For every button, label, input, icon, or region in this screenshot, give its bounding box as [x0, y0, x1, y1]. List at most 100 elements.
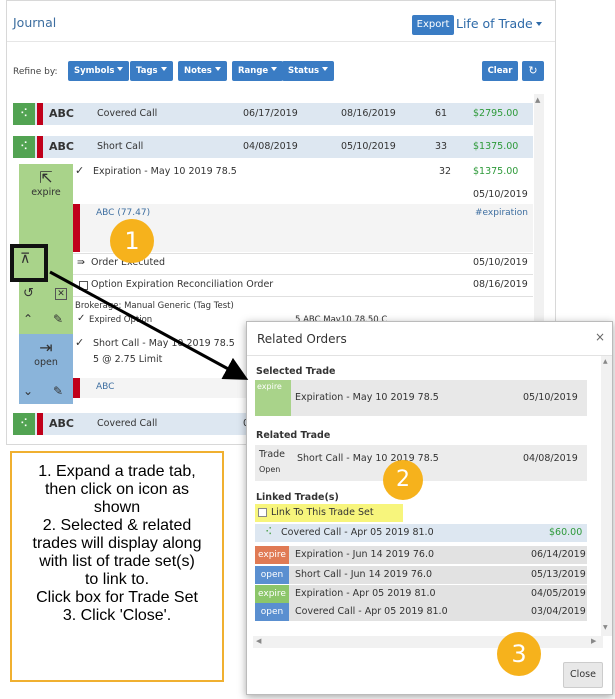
trade-row[interactable]: ⠪ ABC Covered Call 06/17/2019 08/16/2019… — [13, 103, 533, 125]
open-label: open — [34, 357, 58, 368]
linked-row-date: 03/04/2019 — [531, 606, 586, 617]
refresh-button[interactable]: ↻ — [522, 61, 544, 81]
chevron-down-icon — [322, 67, 329, 71]
related-orders-modal: Related Orders × Selected Trade expire E… — [246, 321, 613, 695]
hierarchy-icon[interactable]: ⠪ — [13, 136, 35, 158]
status-badge: expire — [255, 546, 289, 564]
trade-strategy: Short Call — [97, 141, 144, 152]
hierarchy-icon: ⊼ — [20, 251, 31, 267]
list-item: expire Expiration - Apr 05 2019 81.0 04/… — [255, 585, 587, 603]
close-icon[interactable]: × — [595, 330, 605, 344]
selected-trade-desc: Expiration - May 10 2019 78.5 — [295, 392, 439, 403]
status-badge: open — [255, 603, 289, 621]
scroll-up-icon[interactable]: ▲ — [535, 96, 540, 104]
edit-icon[interactable]: ✎ — [53, 384, 63, 398]
status-badge: open — [255, 566, 289, 584]
open-icon: ⇥ — [39, 338, 53, 357]
trade-open-date: 04/08/2019 — [243, 141, 298, 152]
expiration-amount: $1375.00 — [473, 166, 519, 177]
tag-link[interactable]: #expiration — [475, 208, 528, 218]
linked-row-date: 04/05/2019 — [531, 588, 586, 599]
trade-close-date: 05/10/2019 — [341, 141, 396, 152]
scroll-down-icon[interactable]: ▼ — [603, 624, 608, 631]
linked-set-amount: $60.00 — [549, 527, 583, 538]
hierarchy-icon[interactable]: ⠪ — [13, 413, 35, 435]
expire-label: expire — [31, 187, 61, 198]
linked-row-desc: Short Call - Jun 14 2019 76.0 — [295, 569, 433, 580]
instruction-line: 2. Selected & related — [42, 517, 192, 534]
filter-notes-button[interactable]: Notes — [178, 61, 227, 81]
trade-row[interactable]: ⠪ ABC Short Call 04/08/2019 05/10/2019 3… — [13, 136, 533, 158]
symbol-link[interactable]: ABC — [96, 382, 114, 392]
related-orders-icon-highlight[interactable]: ⊼ — [10, 244, 48, 282]
close-button[interactable]: Close — [563, 662, 603, 688]
refine-label: Refine by: — [13, 67, 58, 77]
linked-trade-set-row[interactable]: ⠪ Covered Call - Apr 05 2019 81.0 $60.00 — [255, 524, 587, 542]
view-dropdown[interactable]: Life of Trade — [456, 16, 542, 31]
reconciliation-date: 08/16/2019 — [473, 279, 528, 290]
scroll-up-icon[interactable]: ▲ — [603, 358, 608, 365]
short-call-desc: Short Call - May 10 2019 78.5 — [93, 338, 235, 349]
remove-icon[interactable]: ✕ — [55, 288, 67, 300]
chevron-down-icon — [214, 67, 221, 71]
instruction-line: shown — [93, 499, 141, 516]
expiration-qty: 32 — [439, 166, 452, 177]
link-trade-set-label: Link To This Trade Set — [271, 507, 374, 518]
chevron-down-icon — [535, 22, 542, 26]
symbol-color-bar — [37, 413, 43, 435]
filter-tags-button[interactable]: Tags — [130, 61, 173, 81]
trade-amount: $2795.00 — [473, 108, 519, 119]
instruction-line: to link to. — [84, 571, 150, 588]
link-trade-set-checkbox[interactable] — [258, 508, 267, 517]
linked-row-desc: Expiration - Jun 14 2019 76.0 — [295, 549, 435, 560]
symbol-color-bar — [37, 136, 43, 158]
short-call-limit: 5 @ 2.75 Limit — [93, 354, 163, 365]
expire-icon: ⇱ — [39, 168, 53, 187]
related-trade-heading: Related Trade — [256, 430, 331, 441]
list-item: expire Expiration - Jun 14 2019 76.0 06/… — [255, 546, 587, 564]
export-button[interactable]: Export — [412, 15, 454, 35]
symbol-color-bar — [73, 204, 80, 252]
linked-row-desc: Covered Call - Apr 05 2019 81.0 — [295, 606, 448, 617]
trade-symbol: ABC — [49, 107, 74, 120]
edit-icon[interactable]: ✎ — [53, 312, 63, 326]
instruction-line: then click on icon as — [44, 481, 190, 498]
modal-horizontal-scrollbar[interactable]: ◀ ▶ — [253, 636, 603, 648]
executed-icon: ⇛ — [77, 257, 85, 268]
symbol-link[interactable]: ABC (77.47) — [96, 208, 150, 218]
chevron-down-icon[interactable]: ⌄ — [23, 384, 33, 398]
instruction-line: Click box for Trade Set — [36, 589, 198, 606]
check-icon: ✓ — [75, 164, 85, 177]
link-trade-set-checkbox-row[interactable]: Link To This Trade Set — [255, 504, 403, 522]
callout-3: 3 — [497, 632, 541, 676]
modal-title: Related Orders — [257, 332, 347, 346]
journal-scrollbar[interactable] — [534, 94, 544, 344]
chevron-up-icon[interactable]: ⌃ — [23, 312, 33, 326]
filter-label: Status — [288, 66, 320, 76]
scroll-right-icon[interactable]: ▶ — [591, 637, 596, 645]
hierarchy-icon: ⠪ — [265, 527, 273, 538]
modal-divider — [247, 355, 612, 356]
modal-vertical-scrollbar[interactable]: ▲ ▼ — [601, 356, 612, 636]
expiration-date: 05/10/2019 — [473, 189, 528, 200]
callout-2: 2 — [383, 460, 423, 500]
symbol-color-bar — [37, 103, 43, 125]
open-side-panel: ⇥ open ⌄ ✎ — [19, 334, 73, 404]
linked-trades-heading: Linked Trade(s) — [256, 492, 339, 503]
filter-symbols-button[interactable]: Symbols — [68, 61, 130, 81]
clear-button[interactable]: Clear — [482, 61, 518, 81]
chevron-down-icon — [160, 67, 167, 71]
header-divider — [7, 41, 555, 42]
scroll-left-icon[interactable]: ◀ — [256, 637, 261, 645]
chevron-down-icon — [271, 67, 278, 71]
filter-range-button[interactable]: Range — [232, 61, 284, 81]
linked-set-desc: Covered Call - Apr 05 2019 81.0 — [281, 527, 434, 538]
brokerage-label: Brokerage: Manual Generic (Tag Test) — [75, 301, 234, 311]
filter-status-button[interactable]: Status — [282, 61, 335, 81]
divider — [73, 274, 533, 275]
view-dropdown-label: Life of Trade — [456, 16, 533, 31]
trade-qty: 61 — [435, 108, 448, 119]
filter-label: Notes — [184, 66, 212, 76]
history-icon[interactable]: ↺ — [23, 286, 34, 301]
hierarchy-icon[interactable]: ⠪ — [13, 103, 35, 125]
